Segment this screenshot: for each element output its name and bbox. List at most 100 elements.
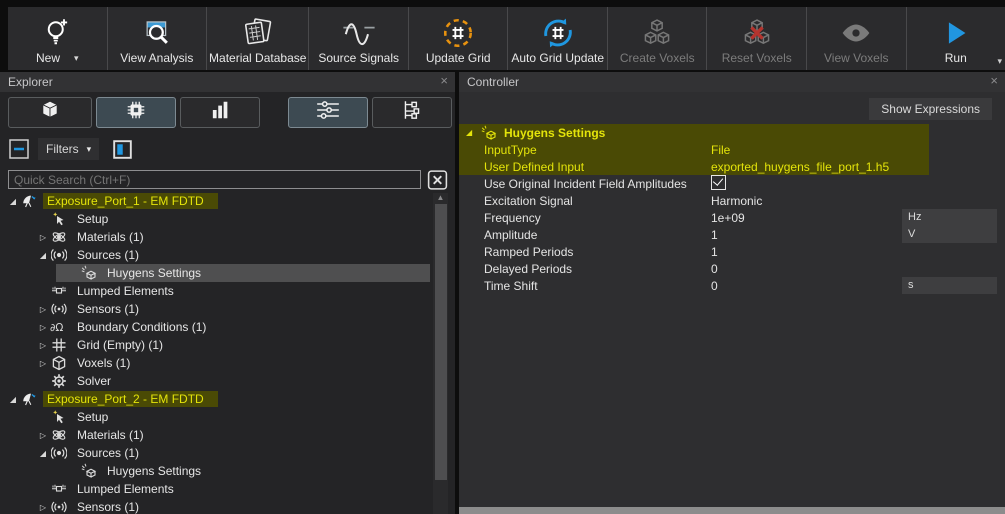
tree-item-label: Lumped Elements	[73, 283, 178, 299]
tab-settings[interactable]	[288, 97, 368, 128]
property-value[interactable]: 1	[711, 245, 1005, 259]
tree-item[interactable]: Huygens Settings	[0, 462, 430, 480]
explorer-tabs	[0, 97, 455, 128]
tree-item[interactable]: ▷Grid (Empty) (1)	[0, 336, 430, 354]
tree-item[interactable]: ▷ Sensors (1)	[0, 498, 430, 514]
expanded-triangle-icon[interactable]: ◢	[466, 128, 478, 137]
tree-item[interactable]: Lumped Elements	[0, 480, 430, 498]
unit-field[interactable]: s	[902, 277, 997, 294]
tree-item-label: Materials (1)	[73, 229, 148, 245]
property-row: User Defined Inputexported_huygens_file_…	[459, 158, 1005, 175]
property-value[interactable]: 1e+09	[711, 211, 902, 225]
controller-hscrollbar[interactable]	[459, 507, 1005, 514]
expanded-triangle-icon[interactable]: ◢	[6, 395, 20, 404]
run-button[interactable]: Run▾	[907, 7, 1005, 70]
controller-close-icon[interactable]: ×	[990, 73, 998, 88]
expanded-triangle-icon[interactable]: ◢	[36, 449, 50, 458]
reset-voxels-icon	[741, 15, 773, 51]
new-button[interactable]: New ▾	[8, 7, 108, 70]
property-row: Amplitude1V	[459, 226, 1005, 243]
search-row	[8, 169, 448, 190]
search-clear-button[interactable]	[426, 170, 448, 190]
expanded-triangle-icon[interactable]: ◢	[6, 197, 20, 206]
view-voxels-button: View Voxels	[807, 7, 907, 70]
tree-item[interactable]: ▷∂ΩBoundary Conditions (1)	[0, 318, 430, 336]
tree-item[interactable]: ◢Sources (1)	[0, 246, 430, 264]
auto-grid-update-button[interactable]: Auto Grid Update	[508, 7, 608, 70]
view-analysis-icon	[141, 15, 173, 51]
collapsed-triangle-icon[interactable]: ▷	[36, 341, 50, 350]
scrollbar-up-icon[interactable]: ▲	[433, 193, 448, 203]
property-value[interactable]: Harmonic	[711, 194, 1005, 208]
tab-simulation[interactable]	[96, 97, 176, 128]
reset-voxels-button: Reset Voxels	[707, 7, 807, 70]
tab-hierarchy[interactable]	[372, 97, 452, 128]
property-row: Ramped Periods1	[459, 243, 1005, 260]
explorer-panel-title: Explorer	[8, 75, 53, 89]
property-label: Frequency	[459, 211, 711, 225]
property-list: ◢ Huygens Settings InputTypeFileUser Def…	[459, 124, 1005, 294]
tree-item-label: Setup	[73, 409, 112, 425]
material-database-button[interactable]: Material Database	[207, 7, 309, 70]
collapsed-triangle-icon[interactable]: ▷	[36, 233, 50, 242]
tree-item-label: Sensors (1)	[73, 499, 143, 514]
filters-dropdown[interactable]: Filters ▾	[38, 138, 99, 160]
unit-field[interactable]: Hz	[902, 209, 997, 226]
chevron-down-icon[interactable]: ▾	[74, 51, 79, 65]
expanded-triangle-icon[interactable]: ◢	[36, 251, 50, 260]
setup-icon	[50, 211, 67, 227]
tree-item[interactable]: Setup	[0, 408, 430, 426]
material-database-label: Material Database	[209, 51, 306, 65]
view-analysis-button[interactable]: View Analysis	[108, 7, 208, 70]
tree-item-label: Materials (1)	[73, 427, 148, 443]
tree-item[interactable]: Lumped Elements	[0, 282, 430, 300]
checkbox-checked[interactable]	[711, 175, 726, 190]
tree-item[interactable]: Huygens Settings	[0, 264, 430, 282]
tree-item[interactable]: ◢ Exposure_Port_2 - EM FDTD	[0, 390, 430, 408]
unit-field[interactable]: V	[902, 226, 997, 243]
tree-item-label: Solver	[73, 373, 115, 389]
sliders-icon	[315, 99, 341, 126]
property-value[interactable]: exported_huygens_file_port_1.h5	[711, 160, 1005, 174]
tree-item-label: Exposure_Port_2 - EM FDTD	[43, 391, 218, 407]
run-icon	[943, 15, 969, 51]
collapsed-triangle-icon[interactable]: ▷	[36, 359, 50, 368]
explorer-close-icon[interactable]: ×	[440, 73, 448, 88]
tab-analysis[interactable]	[180, 97, 260, 128]
tree-item-label: Sensors (1)	[73, 301, 143, 317]
tree-item[interactable]: Setup	[0, 210, 430, 228]
search-input[interactable]	[8, 170, 421, 189]
property-group-header[interactable]: ◢ Huygens Settings	[459, 124, 1005, 141]
collapse-all-button[interactable]	[8, 138, 30, 160]
property-value[interactable]: 1	[711, 228, 902, 242]
tree-item[interactable]: ◢Exposure_Port_1 - EM FDTD	[0, 192, 430, 210]
reset-voxels-label: Reset Voxels	[722, 51, 792, 65]
tab-model[interactable]	[8, 97, 92, 128]
update-grid-button[interactable]: Update Grid	[409, 7, 509, 70]
tree-item[interactable]: ▷ Materials (1)	[0, 426, 430, 444]
new-label: New	[36, 51, 60, 65]
explorer-scrollbar[interactable]: ▲	[433, 193, 448, 514]
show-expressions-button[interactable]: Show Expressions	[869, 98, 992, 120]
property-value[interactable]: 0	[711, 262, 1005, 276]
collapsed-triangle-icon[interactable]: ▷	[36, 323, 50, 332]
collapsed-triangle-icon[interactable]: ▷	[36, 431, 50, 440]
controller-panel-header: Controller ×	[459, 72, 1005, 92]
setup-icon	[50, 409, 67, 425]
tree-item[interactable]: ◢ Sources (1)	[0, 444, 430, 462]
tree-item-label: Sources (1)	[73, 445, 143, 461]
property-value[interactable]: 0	[711, 279, 902, 293]
split-view-button[interactable]	[111, 138, 133, 160]
app-window: New▾View AnalysisMaterial DatabaseSource…	[0, 0, 1005, 514]
tree-item[interactable]: ▷Voxels (1)	[0, 354, 430, 372]
scrollbar-thumb[interactable]	[435, 204, 447, 480]
tree-item[interactable]: ▷ Sensors (1)	[0, 300, 430, 318]
collapsed-triangle-icon[interactable]: ▷	[36, 503, 50, 512]
tree-item[interactable]: Solver	[0, 372, 430, 390]
tree-item[interactable]: ▷ Materials (1)	[0, 228, 430, 246]
source-signals-button[interactable]: Source Signals	[309, 7, 409, 70]
chevron-down-icon[interactable]: ▾	[998, 56, 1003, 67]
collapsed-triangle-icon[interactable]: ▷	[36, 305, 50, 314]
property-value[interactable]: File	[711, 143, 1005, 157]
update-grid-label: Update Grid	[426, 51, 491, 65]
